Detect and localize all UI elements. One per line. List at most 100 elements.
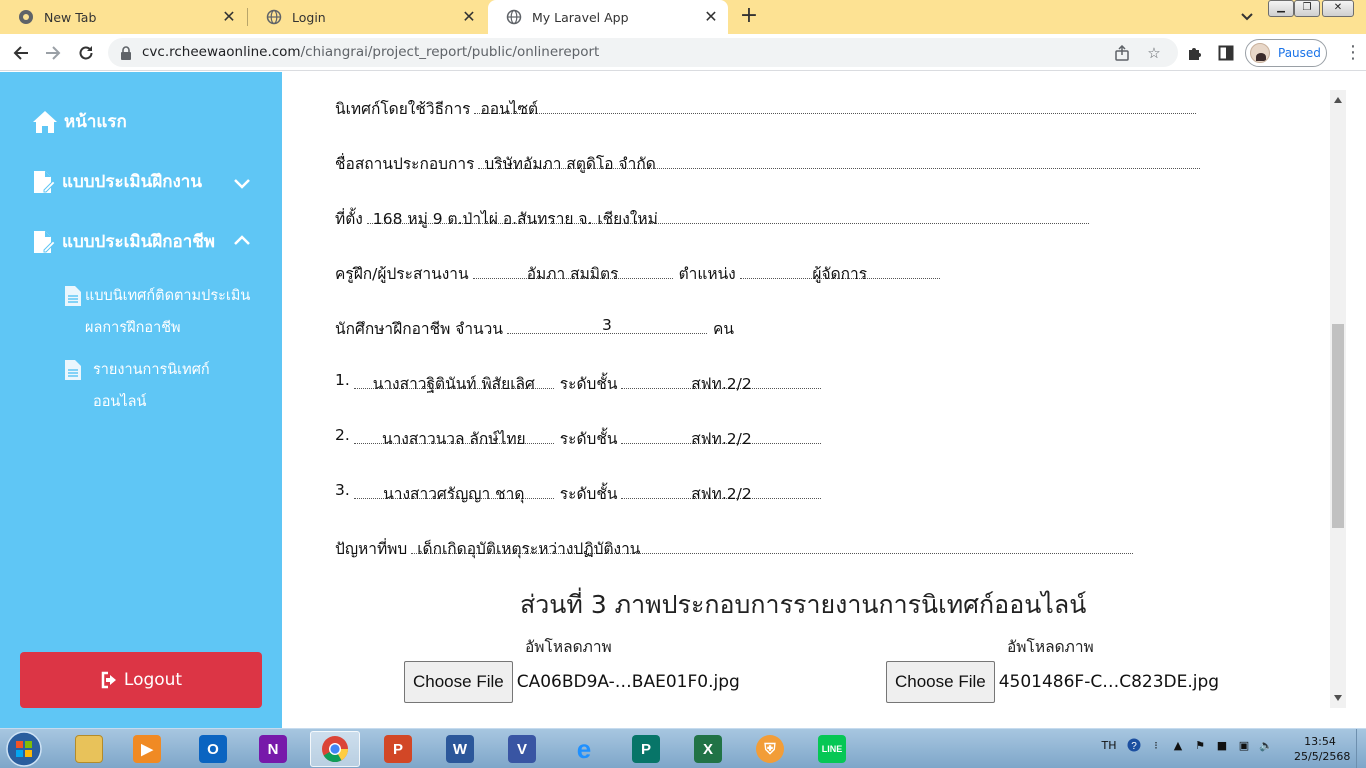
- student-no: 3.: [335, 481, 350, 499]
- chrome-icon: [18, 9, 34, 25]
- chevron-up-icon[interactable]: [232, 230, 252, 250]
- back-arrow-icon[interactable]: [10, 42, 32, 64]
- shield-icon: ⛨: [756, 735, 784, 763]
- close-tab-icon[interactable]: ✕: [460, 8, 478, 26]
- profile-button[interactable]: Paused: [1245, 39, 1327, 67]
- upload-label: อัพโหลดภาพ: [1007, 638, 1094, 656]
- choose-file-button[interactable]: Choose File: [886, 661, 995, 703]
- file-edit-icon: [34, 230, 56, 253]
- security-icon[interactable]: ■: [1214, 737, 1230, 753]
- sidebar-subitem-supervision-form[interactable]: แบบนิเทศก์ติดตามประเมิน ผลการฝึกอาชีพ: [64, 280, 250, 344]
- sidebar-item-label: แบบประเมินฝึกอาชีพ: [62, 232, 215, 252]
- file-text-icon: [65, 286, 81, 306]
- globe-icon: [266, 9, 282, 25]
- network-icon[interactable]: ▣: [1236, 737, 1252, 753]
- action-center-flag-icon[interactable]: ⚑: [1192, 737, 1208, 753]
- url-path: /chiangrai/project_report/public/onliner…: [300, 44, 600, 60]
- powerpoint-icon: P: [384, 735, 412, 763]
- onenote-icon: N: [259, 735, 287, 763]
- tab-new-tab[interactable]: New Tab ✕: [0, 0, 246, 34]
- address-label: ที่ตั้ง: [335, 210, 363, 228]
- tab-title: New Tab: [44, 9, 97, 25]
- tab-my-laravel-app[interactable]: My Laravel App ✕: [488, 0, 728, 34]
- internet-explorer-icon: e: [576, 733, 592, 764]
- tab-login[interactable]: Login ✕: [248, 0, 486, 34]
- sidebar-item-vocational-eval[interactable]: แบบประเมินฝึกอาชีพ: [32, 228, 215, 255]
- section-3-title: ส่วนที่ 3 ภาพประกอบการรายงานการนิเทศก์ออ…: [520, 590, 1087, 619]
- language-indicator[interactable]: TH: [1098, 737, 1120, 753]
- file-name: CA06BD9A-…BAE01F0.jpg: [516, 672, 740, 692]
- problem-label: ปัญหาที่พบ: [335, 540, 408, 558]
- excel-icon: X: [694, 735, 722, 763]
- home-icon: [33, 110, 57, 133]
- taskbar-internet-explorer[interactable]: e: [559, 731, 609, 767]
- chevron-down-icon[interactable]: [232, 173, 252, 193]
- taskbar-word[interactable]: W: [435, 731, 485, 767]
- choose-file-button[interactable]: Choose File: [404, 661, 513, 703]
- extensions-icon[interactable]: [1184, 42, 1206, 64]
- forward-arrow-icon[interactable]: [42, 42, 64, 64]
- taskbar-powerpoint[interactable]: P: [373, 731, 423, 767]
- show-hidden-icons-icon[interactable]: ▲: [1170, 737, 1186, 753]
- media-player-icon: ▶: [133, 735, 161, 763]
- sidebar-item-home[interactable]: หน้าแรก: [32, 108, 127, 135]
- clock-time: 13:54: [1304, 735, 1336, 748]
- upload-label: อัพโหลดภาพ: [525, 638, 612, 656]
- line-app-icon: LINE: [818, 735, 846, 763]
- minimize-button[interactable]: ▁: [1268, 0, 1294, 17]
- taskbar: ▶ O N P W V e P X ⛨ LINE TH ? ⁝ ▲ ⚑ ■ ▣ …: [0, 728, 1366, 768]
- taskbar-onenote[interactable]: N: [248, 731, 298, 767]
- taskbar-outlook[interactable]: O: [188, 731, 238, 767]
- reload-icon[interactable]: [75, 42, 97, 64]
- restore-button[interactable]: ❐: [1294, 0, 1320, 17]
- file-input[interactable]: Choose File 4501486F-C…C823DE.jpg: [886, 661, 1219, 703]
- page-scrollbar[interactable]: [1330, 90, 1346, 708]
- language-options-icon[interactable]: ⁝: [1148, 737, 1164, 753]
- sidebar-subitem-label: ออนไลน์: [93, 394, 147, 410]
- system-clock[interactable]: 13:54 25/5/2568: [1294, 734, 1350, 764]
- sidebar-item-internship-eval[interactable]: แบบประเมินฝึกงาน: [32, 168, 202, 195]
- address-bar[interactable]: cvc.rcheewaonline.com/chiangrai/project_…: [108, 38, 1178, 67]
- trainer-value: อัมภา สมมิตร: [472, 239, 673, 283]
- help-icon[interactable]: ?: [1126, 737, 1142, 753]
- more-menu-icon[interactable]: ⋮: [1344, 42, 1362, 64]
- student-row: 2. นางสาวนวล ลักษ์ไทย ระดับชั้น สฟท.2/2: [335, 404, 822, 448]
- share-icon[interactable]: [1112, 43, 1132, 63]
- company-row: ชื่อสถานประกอบการ บริษัทอัมภา สตูดิโอ จำ…: [335, 129, 1201, 173]
- file-input[interactable]: Choose File CA06BD9A-…BAE01F0.jpg: [404, 661, 740, 703]
- students-count-row: นักศึกษาฝึกอาชีพ จำนวน 3 คน: [335, 294, 734, 338]
- position-value: ผู้จัดการ: [739, 239, 940, 283]
- student-no: 1.: [335, 371, 350, 389]
- taskbar-file-explorer[interactable]: [64, 731, 114, 767]
- address-value: 168 หมู่ 9 ต.ป่าไผ่ อ.สันทราย จ. เชียงให…: [366, 184, 1089, 228]
- trainer-label: ครูฝึก/ผู้ประสานงาน: [335, 265, 469, 283]
- sidebar-subitem-online-report[interactable]: รายงานการนิเทศก์ ออนไลน์: [64, 354, 210, 418]
- scroll-down-arrow-icon[interactable]: [1333, 694, 1343, 702]
- volume-icon[interactable]: 🔈: [1258, 737, 1274, 753]
- side-panel-icon[interactable]: [1215, 42, 1237, 64]
- close-tab-icon[interactable]: ✕: [220, 8, 238, 26]
- close-window-button[interactable]: ✕: [1322, 0, 1354, 17]
- start-button[interactable]: [4, 730, 44, 768]
- taskbar-chrome[interactable]: [310, 731, 360, 767]
- close-tab-icon[interactable]: ✕: [702, 8, 720, 26]
- lock-icon[interactable]: [120, 45, 132, 60]
- taskbar-vpn[interactable]: ⛨: [745, 731, 795, 767]
- sidebar-item-label: หน้าแรก: [64, 112, 127, 132]
- scrollbar-thumb[interactable]: [1332, 324, 1344, 528]
- tab-search-chevron-icon[interactable]: [1238, 8, 1256, 26]
- address-row: ที่ตั้ง 168 หมู่ 9 ต.ป่าไผ่ อ.สันทราย จ.…: [335, 184, 1089, 228]
- sidebar-subitem-text: รายงานการนิเทศก์ ออนไลน์: [93, 354, 210, 418]
- students-unit: คน: [712, 320, 734, 338]
- show-desktop-button[interactable]: [1356, 729, 1366, 768]
- taskbar-excel[interactable]: X: [683, 731, 733, 767]
- logout-button[interactable]: Logout: [20, 652, 262, 708]
- new-tab-button[interactable]: +: [738, 5, 760, 27]
- bookmark-star-icon[interactable]: ☆: [1144, 43, 1164, 63]
- taskbar-visio[interactable]: V: [497, 731, 547, 767]
- taskbar-line[interactable]: LINE: [807, 731, 857, 767]
- taskbar-media-player[interactable]: ▶: [122, 731, 172, 767]
- taskbar-publisher[interactable]: P: [621, 731, 671, 767]
- company-label: ชื่อสถานประกอบการ: [335, 155, 475, 173]
- scroll-up-arrow-icon[interactable]: [1333, 96, 1343, 104]
